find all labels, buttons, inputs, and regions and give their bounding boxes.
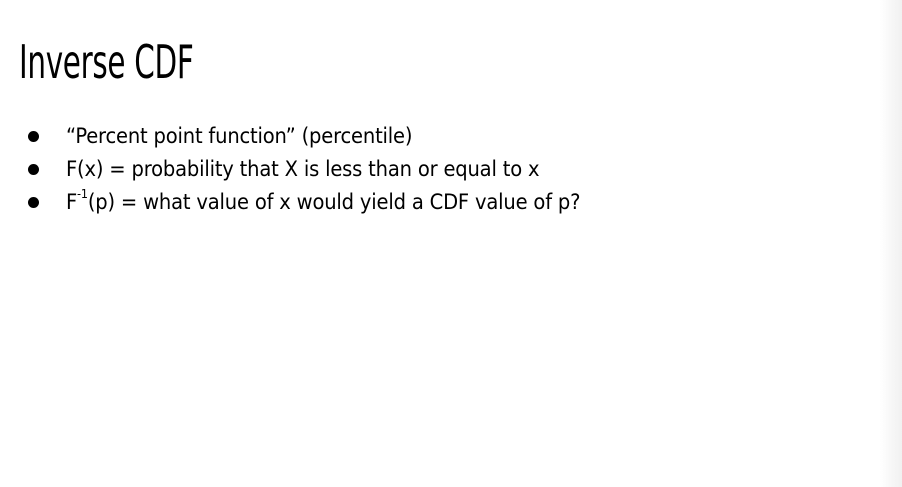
bullet-text-inverse: F-1(p) = what value of x would yield a C… [66,186,580,219]
inverse-exponent: -1 [77,187,88,201]
slide-title: Inverse CDF [19,35,194,89]
bullet-dot-icon [28,131,39,142]
inverse-description: (p) = what value of x would yield a CDF … [87,190,581,214]
bullet-dot-icon [28,197,39,208]
slide: Inverse CDF “Percent point function” (pe… [0,0,902,487]
bullet-text: F(x) = probability that X is less than o… [66,157,540,181]
inverse-function-symbol: F [66,190,78,214]
bullet-text: “Percent point function” (percentile) [66,124,413,148]
bullet-dot-icon [28,164,39,175]
slide-edge-shadow [880,0,902,487]
